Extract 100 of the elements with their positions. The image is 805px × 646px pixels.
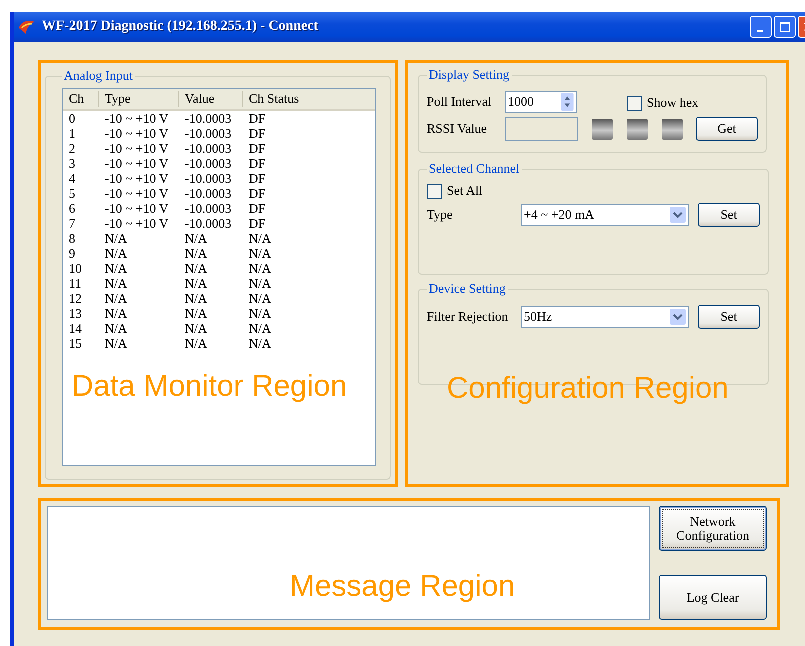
table-cell-text: N/A [104, 261, 128, 276]
table-cell-text: -10 ~ +10 V [104, 156, 170, 171]
table-cell-text: -10.0003 [184, 201, 233, 216]
field-label: RSSI Value [427, 121, 488, 137]
table-cell-text: N/A [248, 306, 272, 321]
region-label: Configuration Region [447, 372, 729, 406]
table-cell-text: DF [248, 201, 267, 216]
maximize-icon [780, 22, 790, 32]
field-value: 1000 [508, 94, 534, 110]
log-clear-button[interactable]: Log Clear [659, 575, 767, 620]
table-cell-text: -10 ~ +10 V [104, 126, 170, 141]
table-cell-text: -10.0003 [184, 126, 233, 141]
table-cell-text: N/A [104, 231, 128, 246]
table-cell-text: 7 [68, 216, 76, 231]
table-cell-text: N/A [184, 246, 208, 261]
table-cell-text: -10 ~ +10 V [104, 186, 170, 201]
app-logo-icon [18, 19, 36, 35]
table-cell-text: N/A [248, 336, 272, 351]
table-cell-text: N/A [248, 321, 272, 336]
get-button[interactable]: Get [696, 117, 758, 141]
window-title: WF-2017 Diagnostic (192.168.255.1) - Connect [42, 19, 320, 35]
group-title: Device Setting [428, 281, 507, 297]
table-cell-text: -10.0003 [184, 111, 233, 126]
table-cell-text: N/A [184, 306, 208, 321]
network-configuration-button[interactable]: Network Configuration [659, 506, 767, 551]
indicator-light [662, 118, 683, 140]
group-title: Analog Input [63, 68, 134, 84]
table-cell-text: 12 [68, 291, 83, 306]
field-label: Type [427, 207, 454, 223]
indicator-light [627, 118, 648, 140]
table-cell-text: DF [248, 141, 267, 156]
table-cell-text: 2 [68, 141, 76, 156]
dropdown-value: +4 ~ +20 mA [524, 207, 594, 223]
column-header[interactable]: Type [99, 91, 179, 107]
spinner-arrows-icon [561, 93, 574, 111]
table-cell-text: N/A [248, 246, 272, 261]
table-cell-text: 8 [68, 231, 76, 246]
maximize-button[interactable] [774, 16, 796, 38]
set-button[interactable]: Set [698, 203, 760, 227]
table-cell-text: -10 ~ +10 V [104, 141, 170, 156]
table-cell-text: DF [248, 156, 267, 171]
set-button[interactable]: Set [698, 305, 760, 329]
table-cell-text: 0 [68, 111, 76, 126]
table-cell-text: N/A [248, 291, 272, 306]
table-cell-text: 13 [68, 306, 83, 321]
minimize-icon [756, 30, 762, 32]
table-cell-text: N/A [104, 306, 128, 321]
table-cell-text: N/A [248, 261, 272, 276]
table-cell-text: N/A [104, 246, 128, 261]
poll-interval-field[interactable]: 1000 [505, 91, 577, 113]
table-cell-text: N/A [184, 336, 208, 351]
checkbox[interactable] [427, 184, 442, 198]
table-cell-text: -10 ~ +10 V [104, 171, 170, 186]
region-label: Message Region [290, 570, 516, 604]
table-cell-text: 14 [68, 321, 83, 336]
checkbox-label: Show hex [647, 95, 699, 111]
table-cell-text: 15 [68, 336, 83, 351]
minimize-button[interactable] [750, 16, 772, 38]
table-cell-text: N/A [184, 261, 208, 276]
table-cell-text: N/A [184, 276, 208, 291]
group-title: Display Setting [428, 67, 511, 83]
table-cell-text: DF [248, 216, 267, 231]
table-cell-text: -10.0003 [184, 216, 233, 231]
table-cell-text: N/A [184, 291, 208, 306]
table-cell-text: N/A [104, 321, 128, 336]
field-label: Poll Interval [427, 94, 493, 110]
table-cell-text: DF [248, 171, 267, 186]
region-label: Data Monitor Region [72, 370, 348, 404]
dropdown-value: 50Hz [524, 309, 552, 325]
indicator-light [592, 118, 613, 140]
table-cell-text: 5 [68, 186, 76, 201]
table-cell-text: 1 [68, 126, 76, 141]
table-cell-text: N/A [248, 276, 272, 291]
table-cell-text: N/A [104, 291, 128, 306]
column-header[interactable]: Ch [63, 91, 99, 107]
group-title: Selected Channel [428, 161, 521, 177]
field-label: Filter Rejection [427, 309, 510, 325]
column-header[interactable]: Value [179, 91, 243, 107]
filter-dropdown[interactable]: 50Hz [521, 306, 689, 328]
table-cell-text: 10 [68, 261, 83, 276]
table-cell-text: N/A [104, 336, 128, 351]
table-cell-text: -10 ~ +10 V [104, 216, 170, 231]
table-cell-text: -10.0003 [184, 156, 233, 171]
checkbox-label: Set All [447, 183, 483, 199]
table-cell-text: -10 ~ +10 V [104, 201, 170, 216]
table-cell-text: 11 [68, 276, 83, 291]
table-cell-text: -10.0003 [184, 171, 233, 186]
column-header[interactable]: Ch Status [243, 91, 363, 107]
table-cell-text: 3 [68, 156, 76, 171]
table-cell-text: DF [248, 186, 267, 201]
table-cell-text: -10 ~ +10 V [104, 111, 170, 126]
table-cell-text: N/A [184, 231, 208, 246]
table-cell-text: DF [248, 126, 267, 141]
table-cell-text: N/A [248, 231, 272, 246]
table-cell-text: 6 [68, 201, 76, 216]
type-dropdown[interactable]: +4 ~ +20 mA [521, 204, 689, 226]
table-cell-text: N/A [104, 276, 128, 291]
table-cell-text: -10.0003 [184, 186, 233, 201]
checkbox[interactable] [627, 96, 642, 110]
table-cell-text: DF [248, 111, 267, 126]
